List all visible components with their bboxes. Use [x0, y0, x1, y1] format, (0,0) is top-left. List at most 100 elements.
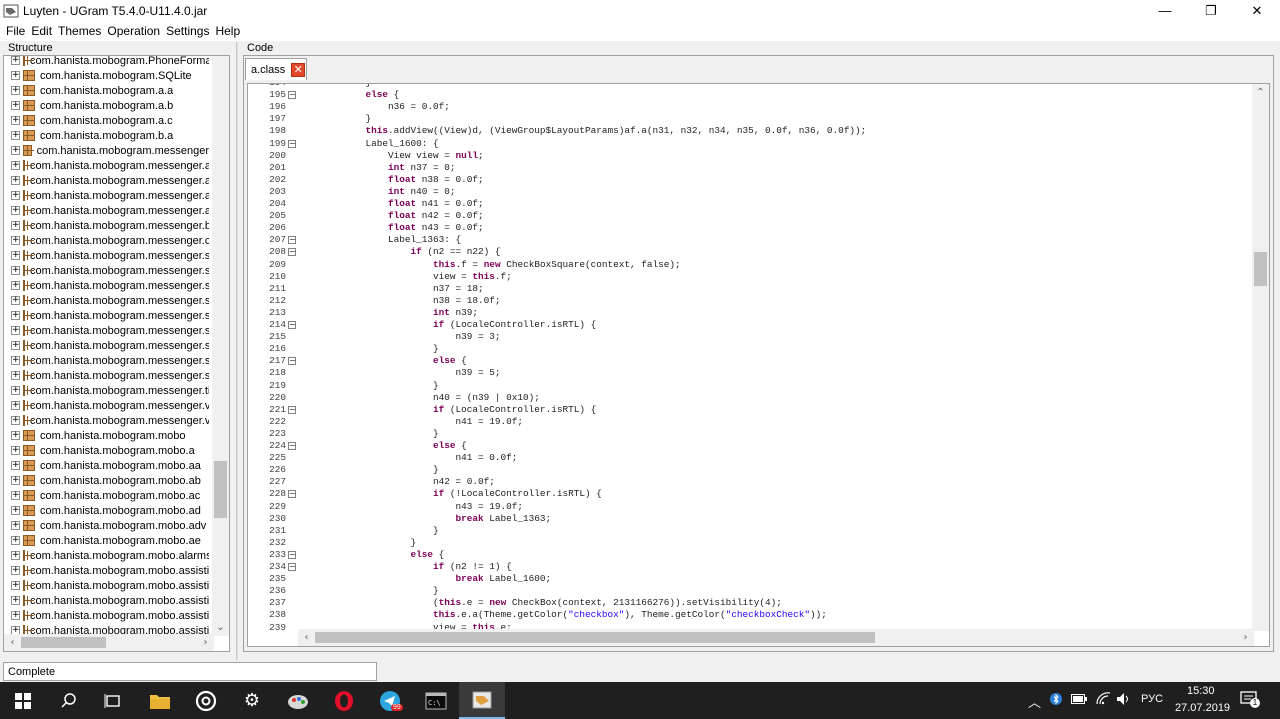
expand-plus-icon[interactable]: + — [11, 581, 20, 590]
expand-plus-icon[interactable]: + — [11, 611, 20, 620]
tree-item[interactable]: + com.hanista.mobogram.messenger.s — [4, 293, 209, 308]
fold-collapse-icon[interactable]: − — [288, 91, 296, 100]
minimize-button[interactable]: — — [1142, 0, 1188, 21]
menu-settings[interactable]: Settings — [163, 24, 212, 38]
tree-item[interactable]: + com.hanista.mobogram.messenger.s — [4, 263, 209, 278]
tree-item[interactable]: + com.hanista.mobogram.mobo.aa — [4, 458, 209, 473]
fold-collapse-icon[interactable]: − — [288, 442, 296, 450]
expand-plus-icon[interactable]: + — [11, 356, 20, 365]
tree-item[interactable]: + com.hanista.mobogram.messenger.v — [4, 413, 209, 428]
expand-plus-icon[interactable]: + — [11, 176, 20, 185]
maximize-button[interactable]: ❐ — [1188, 0, 1234, 21]
code-editor[interactable]: 194 }195− else {196 n36 = 0.0f;197 }198 … — [247, 83, 1270, 647]
luyten-taskbar-icon[interactable] — [459, 682, 505, 719]
expand-plus-icon[interactable]: + — [11, 371, 20, 380]
code-vscroll-thumb[interactable] — [1254, 252, 1267, 286]
menu-operation[interactable]: Operation — [104, 24, 163, 38]
menu-help[interactable]: Help — [212, 24, 243, 38]
tree-item[interactable]: + com.hanista.mobogram.messenger.s — [4, 248, 209, 263]
expand-plus-icon[interactable]: + — [11, 476, 20, 485]
code-hscroll-thumb[interactable] — [315, 632, 875, 643]
fold-collapse-icon[interactable]: − — [288, 248, 296, 257]
tree-item[interactable]: + com.hanista.mobogram.messenger.s — [4, 323, 209, 338]
settings-gear-icon[interactable]: ⚙ — [229, 682, 275, 719]
expand-plus-icon[interactable]: + — [11, 56, 20, 65]
expand-plus-icon[interactable]: + — [11, 491, 20, 500]
fold-collapse-icon[interactable]: − — [288, 550, 296, 559]
tree-item[interactable]: + com.hanista.mobogram.a.a — [4, 83, 209, 98]
expand-plus-icon[interactable]: + — [11, 566, 20, 575]
tree-item[interactable]: + com.hanista.mobogram.messenger.ti — [4, 383, 209, 398]
tree-item[interactable]: + com.hanista.mobogram.mobo.adv — [4, 518, 209, 533]
expand-plus-icon[interactable]: + — [11, 431, 20, 440]
close-button[interactable]: ✕ — [1234, 0, 1280, 21]
menu-file[interactable]: File — [3, 24, 28, 38]
tab-a-class[interactable]: a.class ✕ — [245, 58, 307, 80]
expand-plus-icon[interactable]: + — [11, 536, 20, 545]
code-vertical-scrollbar[interactable]: ⌃ — [1252, 84, 1269, 631]
scroll-right-arrow-icon[interactable]: › — [1237, 629, 1254, 646]
expand-plus-icon[interactable]: + — [11, 386, 20, 395]
tree-item[interactable]: + com.hanista.mobogram.mobo.ab — [4, 473, 209, 488]
tree-item[interactable]: + com.hanista.mobogram.mobo.assistiv — [4, 578, 209, 593]
expand-plus-icon[interactable]: + — [11, 551, 20, 560]
expand-plus-icon[interactable]: + — [11, 251, 20, 260]
expand-plus-icon[interactable]: + — [11, 341, 20, 350]
expand-plus-icon[interactable]: + — [11, 236, 20, 245]
expand-plus-icon[interactable]: + — [11, 131, 20, 140]
tree-item[interactable]: + com.hanista.mobogram.messenger.a — [4, 173, 209, 188]
tree-item[interactable]: + com.hanista.mobogram.messenger.b — [4, 218, 209, 233]
tree-item[interactable]: + com.hanista.mobogram.mobo.assistiv — [4, 593, 209, 608]
clock-date[interactable]: 27.07.2019 — [1175, 702, 1230, 714]
battery-icon[interactable] — [1071, 692, 1087, 707]
fold-collapse-icon[interactable]: − — [288, 236, 296, 245]
expand-plus-icon[interactable]: + — [11, 401, 20, 410]
tree-item[interactable]: + com.hanista.mobogram.messenger.a — [4, 203, 209, 218]
terminal-icon[interactable]: C:\ — [413, 682, 459, 719]
tree-hscroll-thumb[interactable] — [21, 637, 106, 648]
task-view-icon[interactable] — [90, 682, 136, 719]
windows-start-icon[interactable] — [0, 682, 46, 719]
expand-plus-icon[interactable]: + — [11, 146, 20, 155]
tree-item[interactable]: + com.hanista.mobogram.SQLite — [4, 68, 209, 83]
volume-icon[interactable] — [1116, 692, 1132, 709]
tree-item[interactable]: + com.hanista.mobogram.a.b — [4, 98, 209, 113]
expand-plus-icon[interactable]: + — [11, 521, 20, 530]
groove-music-icon[interactable] — [183, 682, 229, 719]
expand-plus-icon[interactable]: + — [11, 191, 20, 200]
clock-time[interactable]: 15:30 — [1187, 685, 1215, 697]
expand-plus-icon[interactable]: + — [11, 281, 20, 290]
splitter[interactable] — [236, 42, 238, 660]
fold-collapse-icon[interactable]: − — [288, 321, 296, 329]
tree-vertical-scrollbar[interactable]: ⌄ — [212, 56, 229, 636]
tree-item[interactable]: + com.hanista.mobogram.messenger.vi — [4, 398, 209, 413]
tree-item[interactable]: + com.hanista.mobogram.mobo.ae — [4, 533, 209, 548]
bluetooth-icon[interactable] — [1050, 692, 1062, 709]
expand-plus-icon[interactable]: + — [11, 206, 20, 215]
notifications-icon[interactable]: 1 — [1240, 691, 1260, 710]
expand-plus-icon[interactable]: + — [11, 86, 20, 95]
menu-edit[interactable]: Edit — [28, 24, 55, 38]
code-horizontal-scrollbar[interactable]: ‹ › — [298, 629, 1254, 646]
fold-collapse-icon[interactable]: − — [288, 357, 296, 366]
paint-app-icon[interactable] — [275, 682, 321, 719]
tree-item[interactable]: + com.hanista.mobogram.PhoneFormat — [4, 56, 209, 68]
tree-item[interactable]: + com.hanista.mobogram.mobo.a — [4, 443, 209, 458]
tree-item[interactable]: + com.hanista.mobogram.messenger.s — [4, 353, 209, 368]
tree-item[interactable]: + com.hanista.mobogram.mobo — [4, 428, 209, 443]
expand-plus-icon[interactable]: + — [11, 461, 20, 470]
tree-item[interactable]: + com.hanista.mobogram.messenger.c — [4, 233, 209, 248]
expand-plus-icon[interactable]: + — [11, 506, 20, 515]
tree-horizontal-scrollbar[interactable]: ‹ › — [4, 634, 214, 651]
fold-collapse-icon[interactable]: − — [288, 405, 296, 414]
fold-collapse-icon[interactable]: − — [288, 139, 296, 148]
file-explorer-icon[interactable] — [137, 682, 183, 719]
tree-item[interactable]: + com.hanista.mobogram.mobo.assistiv — [4, 608, 209, 623]
tree-item[interactable]: + com.hanista.mobogram.mobo.assistiv — [4, 563, 209, 578]
expand-plus-icon[interactable]: + — [11, 116, 20, 125]
expand-plus-icon[interactable]: + — [11, 416, 20, 425]
scroll-right-arrow-icon[interactable]: › — [197, 634, 214, 651]
expand-plus-icon[interactable]: + — [11, 71, 20, 80]
scroll-left-arrow-icon[interactable]: ‹ — [298, 629, 315, 646]
tree-item[interactable]: + com.hanista.mobogram.a.c — [4, 113, 209, 128]
